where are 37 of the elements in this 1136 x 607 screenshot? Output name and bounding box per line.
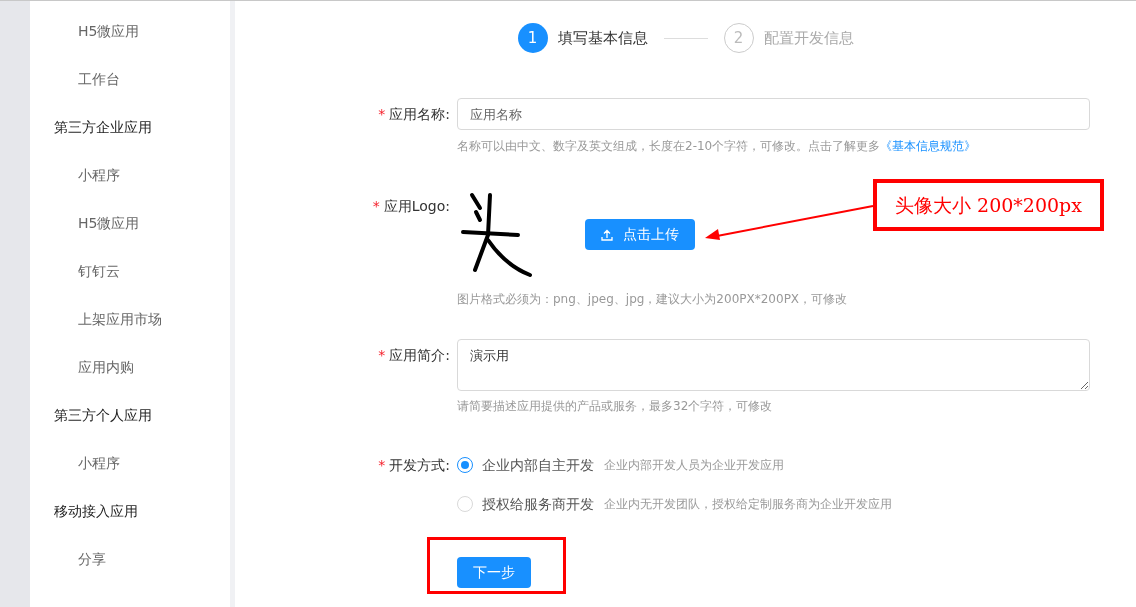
hint-text: 图片格式必须为：png、jpeg、jpg，建议大小为200PX*200PX，可修改: [457, 291, 849, 307]
sidebar-item[interactable]: 分享: [30, 535, 230, 583]
required-asterisk: *: [378, 455, 386, 475]
radio-label[interactable]: 企业内部自主开发: [482, 454, 594, 476]
step-label: 填写基本信息: [557, 27, 648, 49]
step-number: 1: [517, 23, 548, 53]
radio-label[interactable]: 授权给服务商开发: [482, 493, 594, 515]
sidebar-item[interactable]: 小程序: [30, 151, 230, 199]
hint-text: 名称可以由中文、数字及英文组成，长度在2-10个字符，可修改。点击了解更多: [457, 138, 881, 154]
sidebar-item[interactable]: 工作台: [30, 55, 230, 103]
upload-icon: [601, 228, 613, 241]
sidebar-item[interactable]: H5微应用: [30, 7, 230, 55]
field-label: 应用Logo:: [383, 196, 450, 216]
upload-button[interactable]: 点击上传: [585, 219, 695, 250]
rules-link[interactable]: 《基本信息规范》: [880, 138, 977, 154]
field-label: 应用名称:: [389, 104, 450, 124]
sidebar-item[interactable]: H5微应用: [30, 199, 230, 247]
sidebar-group-title: 移动接入应用: [53, 501, 139, 521]
option-description: 企业内部开发人员为企业开发应用: [604, 457, 784, 474]
sidebar-item[interactable]: 上架应用市场: [30, 295, 230, 343]
sidebar-item[interactable]: 钉钉云: [30, 247, 230, 295]
sidebar-group-title: 第三方个人应用: [53, 405, 153, 425]
sidebar-group-title: 第三方企业应用: [53, 117, 153, 137]
intro-field[interactable]: 演示用: [457, 339, 1090, 391]
app-name-field[interactable]: 应用名称: [457, 98, 1090, 130]
field-label: 应用简介:: [389, 345, 450, 365]
annotation-callout: 头像大小 200*200px: [873, 179, 1104, 231]
required-asterisk: *: [378, 104, 386, 124]
step-label: 配置开发信息: [763, 27, 854, 49]
required-asterisk: *: [378, 345, 386, 365]
option-description: 企业内无开发团队，授权给定制服务商为企业开发应用: [604, 496, 892, 513]
field-label: 开发方式:: [389, 455, 450, 475]
next-button[interactable]: 下一步: [457, 557, 531, 588]
required-asterisk: *: [372, 196, 380, 216]
sidebar-item[interactable]: 小程序: [30, 439, 230, 487]
sidebar-item[interactable]: 应用内购: [30, 343, 230, 391]
hint-text: 请简要描述应用提供的产品或服务，最多32个字符，可修改: [457, 398, 774, 414]
